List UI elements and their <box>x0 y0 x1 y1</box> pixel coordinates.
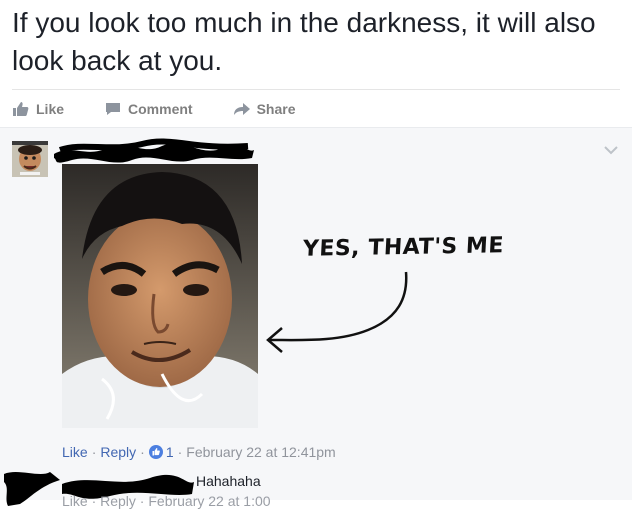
like-count[interactable]: 1 <box>166 444 174 460</box>
divider <box>12 89 620 90</box>
comment-photo[interactable] <box>62 164 258 428</box>
post-action-bar: Like Comment Share <box>12 96 336 122</box>
comments-section: YES, THAT'S ME Like · Reply · 1 · Februa… <box>0 127 632 509</box>
comment-like-link[interactable]: Like <box>62 444 88 460</box>
reply-meta-partial: Like · Reply · February 22 at 1:00 <box>62 493 271 509</box>
separator-dot: · <box>91 444 97 460</box>
comment-reply-link[interactable]: Reply <box>100 444 136 460</box>
share-arrow-icon <box>233 101 251 117</box>
separator-dot: · <box>140 444 145 460</box>
like-badge-icon[interactable] <box>148 445 163 459</box>
annotation-caption: YES, THAT'S ME <box>302 233 505 262</box>
chevron-down-icon[interactable] <box>604 142 618 160</box>
comment-bubble-icon <box>104 101 122 117</box>
comment-timestamp[interactable]: February 22 at 12:41pm <box>186 444 335 460</box>
like-label: Like <box>36 101 65 117</box>
post-text: If you look too much in the darkness, it… <box>12 7 596 76</box>
like-button[interactable]: Like <box>12 101 64 117</box>
thumbs-up-icon <box>12 101 30 117</box>
comment-meta: Like · Reply · 1 · February 22 at 12:41p… <box>62 444 336 460</box>
reply-comment-text: Hahahaha <box>196 473 261 489</box>
comment-label: Comment <box>128 101 193 117</box>
share-label: Share <box>256 101 296 117</box>
separator-dot: · <box>177 444 183 460</box>
annotation-arrow <box>258 268 418 363</box>
share-button[interactable]: Share <box>233 101 296 117</box>
comment-button[interactable]: Comment <box>104 101 193 117</box>
avatar[interactable] <box>12 141 48 177</box>
